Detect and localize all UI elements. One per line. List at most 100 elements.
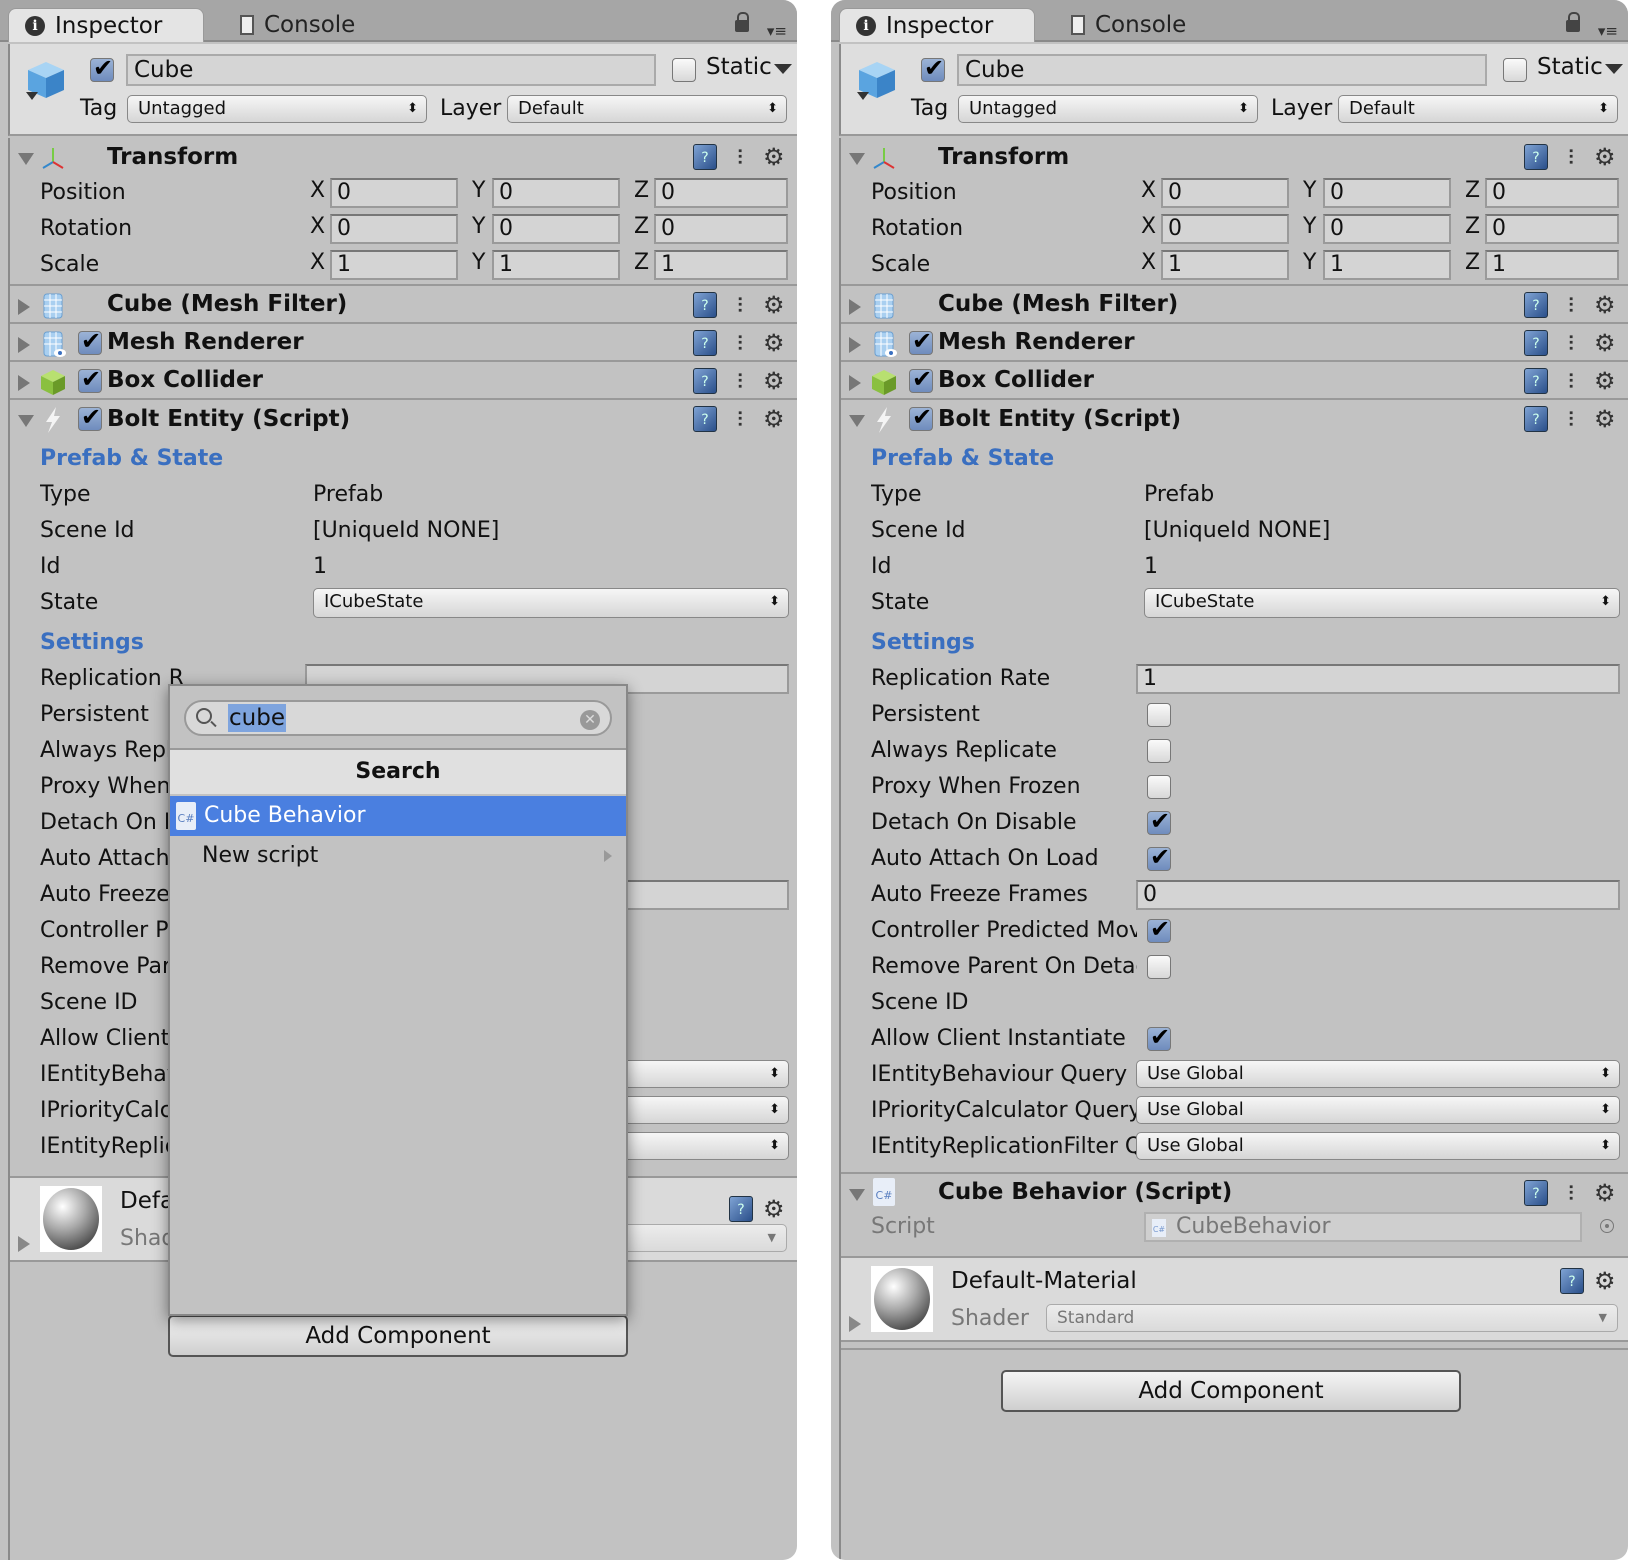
- layer-dropdown[interactable]: Default ⬍: [1338, 95, 1618, 123]
- gear-icon[interactable]: ⚙: [763, 144, 791, 170]
- position-x-field[interactable]: 0: [330, 178, 458, 208]
- foldout-open-icon[interactable]: [18, 153, 34, 165]
- foldout-closed-icon[interactable]: [849, 1316, 861, 1332]
- component-enabled-checkbox[interactable]: [909, 365, 933, 393]
- scale-z-field[interactable]: 1: [1485, 250, 1619, 280]
- state-dropdown[interactable]: ICubeState ⬍: [313, 588, 789, 618]
- preset-icon[interactable]: ⫶: [1558, 1180, 1584, 1206]
- gear-icon[interactable]: ⚙: [763, 292, 791, 318]
- scale-y-field[interactable]: 1: [492, 250, 620, 280]
- preset-icon[interactable]: ⫶: [1558, 368, 1584, 394]
- box-collider-header[interactable]: Box Collider ? ⫶ ⚙: [10, 362, 797, 400]
- help-book-icon[interactable]: ?: [1524, 368, 1548, 394]
- clear-search-icon[interactable]: ✕: [580, 710, 600, 730]
- mesh-renderer-header[interactable]: Mesh Renderer ? ⫶ ⚙: [841, 324, 1628, 362]
- add-component-button[interactable]: Add Component: [168, 1315, 628, 1357]
- component-enabled-checkbox[interactable]: [78, 403, 102, 431]
- help-book-icon[interactable]: ?: [1524, 406, 1548, 432]
- gear-icon[interactable]: ⚙: [1594, 330, 1622, 356]
- help-book-icon[interactable]: ?: [1560, 1268, 1584, 1294]
- setting-number-field[interactable]: 0: [1136, 880, 1620, 910]
- lock-icon[interactable]: [1566, 12, 1580, 32]
- preset-icon[interactable]: ⫶: [727, 368, 753, 394]
- foldout-closed-icon[interactable]: [849, 337, 861, 353]
- rotation-x-field[interactable]: 0: [330, 214, 458, 244]
- help-book-icon[interactable]: ?: [693, 144, 717, 170]
- preset-icon[interactable]: ⫶: [1558, 144, 1584, 170]
- setting-checkbox[interactable]: [1147, 915, 1171, 943]
- gear-icon[interactable]: ⚙: [1594, 368, 1622, 394]
- state-dropdown[interactable]: ICubeState ⬍: [1144, 588, 1620, 618]
- foldout-open-icon[interactable]: [849, 153, 865, 165]
- setting-checkbox[interactable]: [1147, 739, 1171, 763]
- mesh-filter-header[interactable]: Cube (Mesh Filter) ? ⫶ ⚙: [10, 286, 797, 324]
- foldout-closed-icon[interactable]: [18, 375, 30, 391]
- component-enabled-checkbox[interactable]: [78, 327, 102, 355]
- preset-icon[interactable]: ⫶: [727, 292, 753, 318]
- preset-icon[interactable]: ⫶: [727, 330, 753, 356]
- help-book-icon[interactable]: ?: [1524, 292, 1548, 318]
- component-enabled-checkbox[interactable]: [909, 403, 933, 431]
- object-name-input[interactable]: Cube: [126, 54, 656, 86]
- setting-checkbox[interactable]: [1147, 775, 1171, 799]
- preset-icon[interactable]: ⫶: [1558, 330, 1584, 356]
- preset-icon[interactable]: ⫶: [727, 144, 753, 170]
- position-y-field[interactable]: 0: [1323, 178, 1451, 208]
- help-book-icon[interactable]: ?: [1524, 144, 1548, 170]
- cube-gameobject-icon[interactable]: [24, 58, 68, 102]
- active-checkbox[interactable]: [921, 54, 945, 82]
- mesh-filter-header[interactable]: Cube (Mesh Filter) ? ⫶ ⚙: [841, 286, 1628, 324]
- scale-y-field[interactable]: 1: [1323, 250, 1451, 280]
- help-book-icon[interactable]: ?: [729, 1196, 753, 1222]
- gear-icon[interactable]: ⚙: [1594, 1180, 1622, 1206]
- component-search-input[interactable]: cube ✕: [184, 700, 612, 736]
- box-collider-header[interactable]: Box Collider ? ⫶ ⚙: [841, 362, 1628, 400]
- lock-icon[interactable]: [735, 12, 749, 32]
- rotation-y-field[interactable]: 0: [1323, 214, 1451, 244]
- setting-query-dropdown[interactable]: Use Global ⬍: [1136, 1096, 1620, 1124]
- preset-icon[interactable]: ⫶: [727, 406, 753, 432]
- rotation-y-field[interactable]: 0: [492, 214, 620, 244]
- tab-inspector[interactable]: i Inspector: [839, 8, 1035, 42]
- help-book-icon[interactable]: ?: [693, 292, 717, 318]
- gear-icon[interactable]: ⚙: [763, 368, 791, 394]
- gear-icon[interactable]: ⚙: [1594, 406, 1622, 432]
- foldout-open-icon[interactable]: [18, 415, 34, 427]
- foldout-closed-icon[interactable]: [18, 1236, 30, 1252]
- active-checkbox[interactable]: [90, 54, 114, 82]
- rotation-x-field[interactable]: 0: [1161, 214, 1289, 244]
- object-picker-icon[interactable]: [1600, 1219, 1614, 1233]
- preset-icon[interactable]: ⫶: [1558, 406, 1584, 432]
- static-dropdown-arrow[interactable]: [774, 64, 792, 74]
- scale-x-field[interactable]: 1: [1161, 250, 1289, 280]
- component-enabled-checkbox[interactable]: [909, 327, 933, 355]
- layer-dropdown[interactable]: Default ⬍: [507, 95, 787, 123]
- help-book-icon[interactable]: ?: [693, 330, 717, 356]
- dropdown-item-cube-behavior[interactable]: C# Cube Behavior: [170, 796, 626, 836]
- add-component-button[interactable]: Add Component: [1001, 1370, 1461, 1412]
- help-book-icon[interactable]: ?: [1524, 330, 1548, 356]
- panel-menu-icon[interactable]: ▾≡: [1598, 22, 1618, 40]
- foldout-open-icon[interactable]: [849, 1189, 865, 1201]
- setting-checkbox[interactable]: [1147, 1023, 1171, 1051]
- setting-checkbox[interactable]: [1147, 955, 1171, 979]
- setting-number-field[interactable]: 1: [1136, 664, 1620, 694]
- setting-checkbox[interactable]: [1147, 703, 1171, 727]
- bolt-entity-header[interactable]: Bolt Entity (Script) ? ⫶ ⚙: [10, 400, 797, 438]
- position-x-field[interactable]: 0: [1161, 178, 1289, 208]
- bolt-entity-header[interactable]: Bolt Entity (Script) ? ⫶ ⚙: [841, 400, 1628, 438]
- foldout-closed-icon[interactable]: [849, 375, 861, 391]
- cube-gameobject-icon[interactable]: [855, 58, 899, 102]
- tab-console[interactable]: Console: [224, 8, 371, 42]
- object-name-input[interactable]: Cube: [957, 54, 1487, 86]
- panel-menu-icon[interactable]: ▾≡: [767, 22, 787, 40]
- rotation-z-field[interactable]: 0: [654, 214, 788, 244]
- transform-header[interactable]: Transform ? ⫶ ⚙: [841, 138, 1628, 176]
- position-z-field[interactable]: 0: [654, 178, 788, 208]
- gear-icon[interactable]: ⚙: [763, 1196, 791, 1222]
- setting-checkbox[interactable]: [1147, 807, 1171, 835]
- setting-query-dropdown[interactable]: Use Global ⬍: [1136, 1060, 1620, 1088]
- rotation-z-field[interactable]: 0: [1485, 214, 1619, 244]
- setting-query-dropdown[interactable]: Use Global ⬍: [1136, 1132, 1620, 1160]
- gear-icon[interactable]: ⚙: [1594, 144, 1622, 170]
